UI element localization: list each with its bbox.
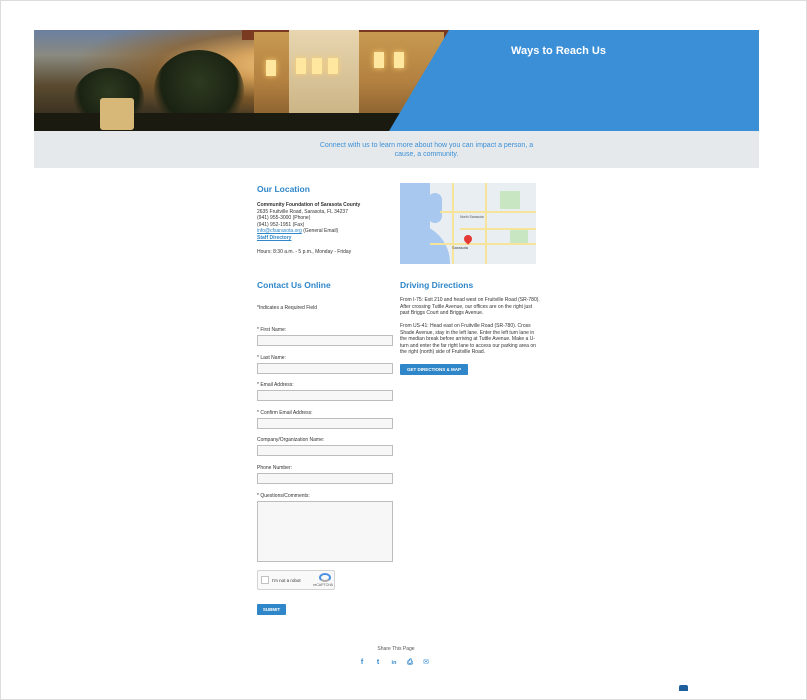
- print-icon[interactable]: ⎙: [406, 659, 414, 667]
- hero-window: [374, 52, 384, 68]
- company-label: Company/Organization Name:: [257, 437, 325, 443]
- map-water: [428, 193, 442, 223]
- map-road: [440, 211, 536, 213]
- tagline-text: Connect with us to learn more about how …: [319, 142, 534, 158]
- linkedin-icon[interactable]: in: [390, 659, 398, 667]
- email-suffix: (General Email): [301, 228, 339, 235]
- hero-title: Ways to Reach Us: [511, 45, 606, 57]
- hero-window: [312, 58, 322, 74]
- map-road: [460, 228, 536, 230]
- recaptcha-widget: I'm not a robot reCAPTCHA: [257, 570, 335, 590]
- location-heading: Our Location: [257, 184, 310, 194]
- recaptcha-brand: reCAPTCHA: [313, 583, 333, 587]
- get-directions-button[interactable]: GET DIRECTIONS & MAP: [400, 364, 468, 375]
- location-map[interactable]: Sarasota North Sarasota: [400, 183, 536, 264]
- hero-tower: [289, 30, 359, 125]
- recaptcha-logo-icon: [319, 573, 331, 582]
- email-icon[interactable]: ✉: [422, 659, 430, 667]
- email-link[interactable]: info@cfsarasota.org: [257, 228, 302, 234]
- hero-window: [266, 60, 276, 76]
- twitter-icon[interactable]: t: [374, 659, 382, 667]
- location-org: Community Foundation of Sarasota County: [257, 202, 361, 208]
- phone-input[interactable]: [257, 473, 393, 484]
- hero-window: [328, 58, 338, 74]
- email-input[interactable]: [257, 390, 393, 401]
- map-label: North Sarasota: [460, 215, 484, 219]
- confirm-email-label: * Confirm Email Address:: [257, 410, 313, 416]
- directions-heading: Driving Directions: [400, 280, 474, 290]
- comments-textarea[interactable]: [257, 501, 393, 562]
- first-name-label: * First Name:: [257, 327, 287, 333]
- feedback-tab[interactable]: [679, 685, 688, 691]
- confirm-email-input[interactable]: [257, 418, 393, 429]
- map-road: [430, 243, 536, 245]
- directions-us41: From US-41: Head east on Fruitville Road…: [400, 323, 536, 356]
- first-name-input[interactable]: [257, 335, 393, 346]
- location-address: 2635 Fruitville Road, Sarasota, FL 34237: [257, 208, 348, 215]
- recaptcha-label: I'm not a robot: [272, 578, 301, 583]
- map-label: Sarasota: [452, 245, 469, 250]
- map-park: [500, 191, 520, 209]
- staff-directory-link[interactable]: Staff Directory: [257, 235, 291, 241]
- company-input[interactable]: [257, 445, 393, 456]
- recaptcha-checkbox[interactable]: [261, 576, 269, 584]
- required-note: *Indicates a Required Field: [257, 305, 318, 311]
- location-phone: (941) 955-3000 (Phone): [257, 215, 311, 222]
- hero-sign: [100, 98, 134, 130]
- submit-button[interactable]: SUBMIT: [257, 604, 286, 615]
- last-name-label: * Last Name:: [257, 355, 286, 361]
- facebook-icon[interactable]: f: [358, 659, 366, 667]
- phone-label: Phone Number:: [257, 465, 293, 471]
- last-name-input[interactable]: [257, 363, 393, 374]
- share-icons: f t in ⎙ ✉: [358, 659, 438, 669]
- comments-label: * Questions/Comments:: [257, 493, 310, 499]
- location-fax: (941) 952-1951 (Fax): [257, 221, 305, 228]
- location-details: Community Foundation of Sarasota County …: [257, 202, 387, 242]
- map-road: [485, 183, 487, 264]
- hero-window: [296, 58, 306, 74]
- directions-i75: From I-75: Exit 210 and head west on Fru…: [400, 297, 540, 317]
- location-email-line: info@cfsarasota.org (General Email): [257, 228, 387, 235]
- office-hours: Hours: 8:30 a.m. - 5 p.m., Monday - Frid…: [257, 249, 352, 255]
- email-label: * Email Address:: [257, 382, 294, 388]
- share-label: Share This Page: [377, 646, 415, 652]
- map-road: [452, 183, 454, 264]
- tagline-band: Connect with us to learn more about how …: [34, 131, 759, 168]
- contact-heading: Contact Us Online: [257, 280, 331, 290]
- map-park: [510, 229, 528, 243]
- page-frame: Ways to Reach Us Connect with us to lear…: [0, 0, 807, 700]
